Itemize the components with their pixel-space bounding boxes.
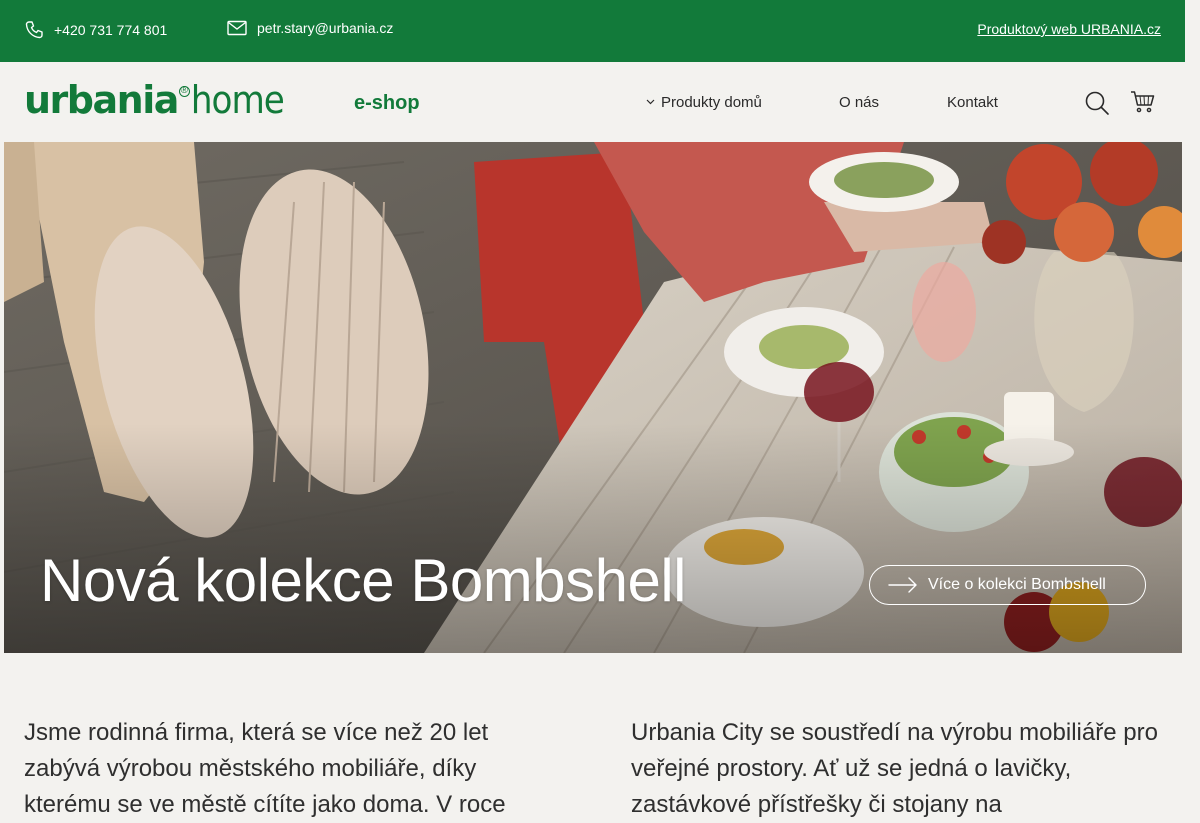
intro-text-left: Jsme rodinná firma, která se více než 20… [24,719,506,818]
eshop-link[interactable]: e-shop [354,92,420,115]
search-icon[interactable] [1084,90,1110,121]
collection-cta-button[interactable]: Více o kolekci Bombshell [869,565,1146,605]
intro-section: Jsme rodinná firma, která se více než 20… [0,653,1185,818]
registered-mark-icon: ® [178,85,190,97]
collection-cta-label: Více o kolekci Bombshell [928,576,1106,593]
phone-number: +420 731 774 801 [54,22,168,38]
nav-products-dropdown[interactable]: Produkty domů [646,94,762,111]
urbania-home-logo[interactable]: urbania ® home [24,78,285,122]
mail-icon [227,20,247,36]
hero-banner: Nová kolekce Bombshell Více o kolekci Bo… [4,142,1182,653]
nav-contact[interactable]: Kontakt [947,94,998,111]
email-address: petr.stary@urbania.cz [257,20,394,36]
phone-icon [24,20,44,40]
intro-text-right: Urbania City se soustředí na výrobu mobi… [631,719,1158,818]
logo-suffix-text: home [190,78,285,122]
nav-about[interactable]: O nás [839,94,879,111]
email-contact[interactable]: petr.stary@urbania.cz [227,20,393,36]
nav-products-label: Produkty domů [661,94,762,111]
arrow-right-icon [888,577,918,593]
top-contact-bar: +420 731 774 801 petr.stary@urbania.cz P… [0,0,1185,62]
scrollbar-gutter [1185,0,1200,800]
chevron-down-icon [646,98,655,107]
hero-title: Nová kolekce Bombshell [40,547,686,614]
cart-icon[interactable] [1130,90,1156,119]
main-header: urbania ® home e-shop Produkty domů O ná… [0,62,1185,142]
product-web-link[interactable]: Produktový web URBANIA.cz [977,21,1161,37]
logo-brand-text: urbania [24,78,179,122]
phone-contact[interactable]: +420 731 774 801 [24,20,167,40]
